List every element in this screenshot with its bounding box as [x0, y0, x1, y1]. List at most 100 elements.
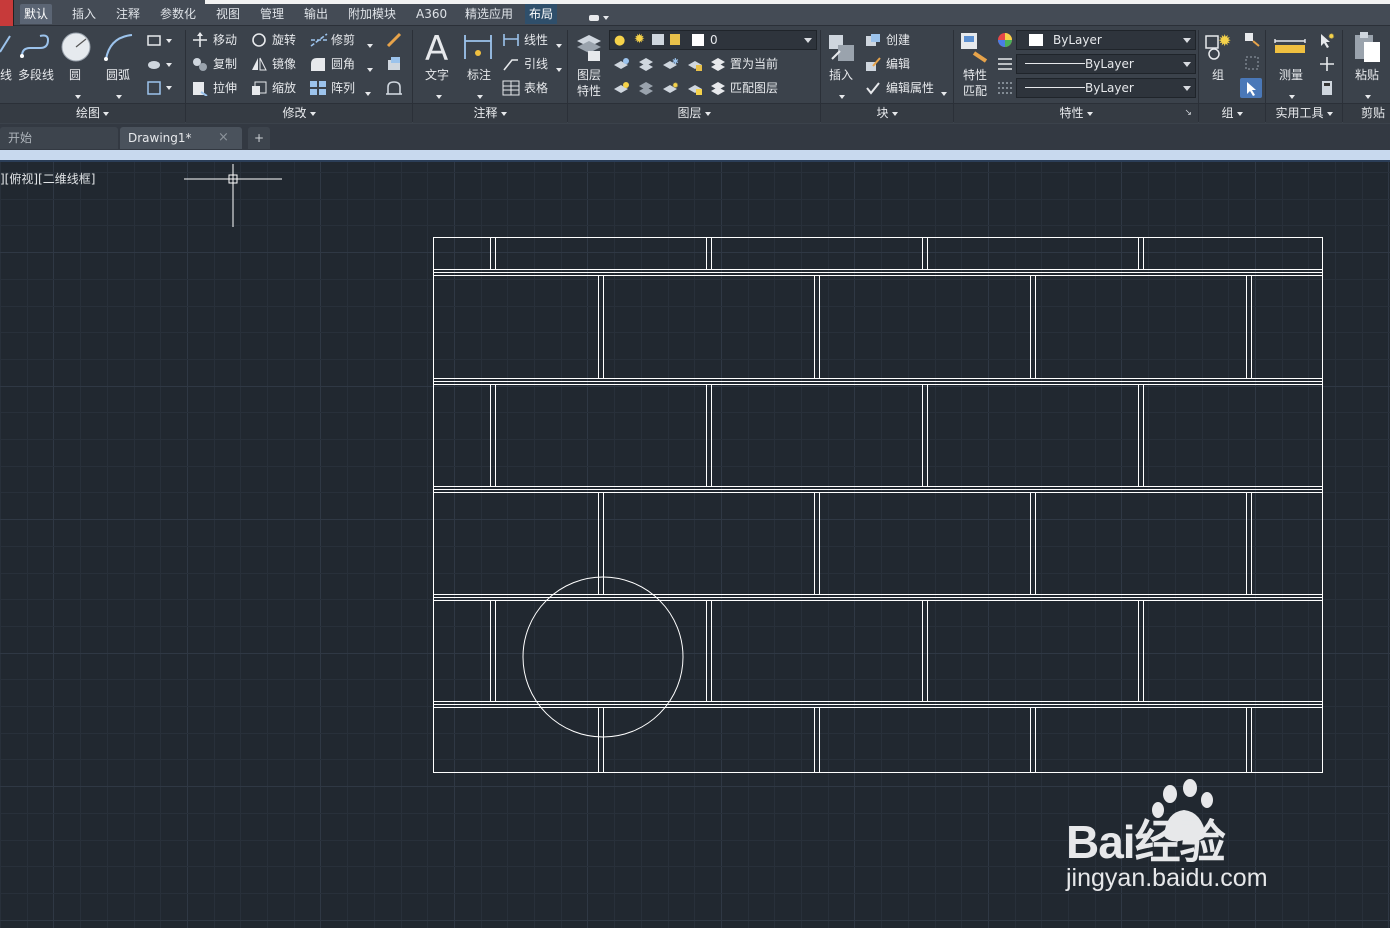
lineweight-dropdown[interactable]: ByLayer — [1016, 78, 1196, 98]
arc-button-label[interactable]: 圆弧 — [106, 68, 130, 82]
close-tab-icon[interactable]: × — [218, 127, 229, 149]
edit-attributes-button[interactable]: 编辑属性 — [886, 81, 934, 95]
match-layer-button[interactable]: 匹配图层 — [730, 81, 778, 95]
polyline-button-label[interactable]: 多段线 — [18, 68, 54, 82]
layer-unisolate-icon[interactable] — [637, 80, 655, 100]
tab-drawing1[interactable]: Drawing1* × — [120, 127, 242, 149]
create-block-button[interactable]: 创建 — [886, 33, 910, 47]
tab-a360[interactable]: A360 — [412, 4, 451, 24]
layer-lock-icon[interactable] — [686, 56, 704, 76]
properties-panel-footer[interactable]: 特性 ↘ — [954, 103, 1198, 123]
tab-addins[interactable]: 附加模块 — [344, 4, 400, 24]
hatch-icon[interactable] — [146, 57, 174, 71]
drawing-canvas[interactable]: ][俯视][二维线框] Bai经验 jingyan.baidu.com — [0, 162, 1390, 928]
tab-view[interactable]: 视图 — [212, 4, 244, 24]
table-button[interactable]: 表格 — [524, 81, 548, 95]
tab-parametric[interactable]: 参数化 — [156, 4, 200, 24]
match-properties-label-2[interactable]: 匹配 — [963, 84, 987, 98]
layer-properties-label-1[interactable]: 图层 — [577, 68, 601, 82]
leader-button[interactable]: 引线 — [524, 57, 548, 71]
leader-dropdown-arrow[interactable] — [553, 59, 562, 78]
text-button-label[interactable]: 文字 — [425, 68, 449, 82]
layer-dropdown[interactable]: ● ✹ 0 — [609, 30, 817, 50]
layer-thaw-icon[interactable]: ✹ — [661, 80, 679, 100]
insert-button-label[interactable]: 插入 — [829, 68, 853, 82]
trim-dropdown-arrow[interactable] — [364, 35, 373, 54]
dimension-button-label[interactable]: 标注 — [467, 68, 491, 82]
wall-outline[interactable] — [433, 237, 1323, 773]
rectangle-icon[interactable] — [146, 33, 174, 47]
tab-default[interactable]: 默认 — [20, 4, 53, 24]
text-icon[interactable]: A — [422, 28, 454, 69]
scale-button[interactable]: 缩放 — [272, 81, 296, 95]
circle-button-label[interactable]: 圆 — [69, 68, 81, 82]
groups-panel-footer[interactable]: 组 — [1199, 103, 1265, 123]
layer-on-icon[interactable] — [612, 80, 630, 100]
layers-panel-footer[interactable]: 图层 — [568, 103, 820, 123]
linear-dropdown-arrow[interactable] — [553, 35, 562, 54]
group-icon[interactable]: ✹ — [1204, 30, 1236, 64]
line-icon[interactable] — [0, 32, 14, 66]
group-edit-icon[interactable] — [1243, 55, 1261, 75]
quick-select-icon[interactable]: ✹ — [1318, 31, 1336, 53]
linetype-dropdown[interactable]: ByLayer — [1016, 54, 1196, 74]
utilities-panel-footer[interactable]: 实用工具 — [1266, 103, 1342, 123]
block-panel-footer[interactable]: 块 — [821, 103, 953, 123]
line-button-label[interactable]: 线 — [0, 68, 12, 82]
tab-layout[interactable]: 布局 — [525, 4, 558, 24]
linear-button[interactable]: 线性 — [524, 33, 548, 47]
app-menu-button[interactable] — [0, 0, 14, 26]
stretch-button[interactable]: 拉伸 — [213, 81, 237, 95]
insert-block-icon[interactable] — [826, 31, 858, 65]
ungroup-icon[interactable] — [1243, 31, 1261, 51]
draw-panel-footer[interactable]: 绘图 — [0, 103, 185, 123]
tab-featured-apps[interactable]: 精选应用 — [461, 4, 517, 24]
tab-insert[interactable]: 插入 — [68, 4, 100, 24]
point-icon[interactable] — [1318, 55, 1336, 77]
color-dropdown[interactable]: ByLayer — [1016, 30, 1196, 50]
tab-manage[interactable]: 管理 — [256, 4, 288, 24]
arc-icon[interactable] — [102, 31, 136, 63]
modify-panel-footer[interactable]: 修改 — [186, 103, 412, 123]
match-properties-label-1[interactable]: 特性 — [963, 68, 987, 82]
array-button[interactable]: 阵列 — [331, 81, 355, 95]
clipboard-panel-footer[interactable]: 剪贴板 — [1343, 103, 1390, 123]
paste-button-label[interactable]: 粘贴 — [1355, 68, 1379, 82]
calculator-icon[interactable] — [1318, 79, 1336, 101]
workspace-toggle-icon[interactable] — [588, 8, 610, 21]
explode-icon[interactable] — [385, 55, 403, 77]
layer-properties-icon[interactable] — [574, 31, 604, 63]
rotate-button[interactable]: 旋转 — [272, 33, 296, 47]
tab-output[interactable]: 输出 — [300, 4, 332, 24]
layer-properties-label-2[interactable]: 特性 — [577, 84, 601, 98]
polyline-icon[interactable] — [20, 32, 52, 62]
new-tab-button[interactable]: + — [248, 127, 270, 149]
annotation-panel-footer[interactable]: 注释 — [413, 103, 567, 123]
boundary-icon[interactable] — [146, 80, 174, 96]
trim-button[interactable]: 修剪 — [331, 33, 355, 47]
erase-icon[interactable] — [385, 31, 403, 53]
circle-icon[interactable] — [60, 31, 92, 63]
edit-attributes-dropdown-arrow[interactable] — [938, 83, 947, 102]
tab-start[interactable]: 开始 — [0, 127, 118, 149]
move-button[interactable]: 移动 — [213, 33, 237, 47]
copy-button[interactable]: 复制 — [213, 57, 237, 71]
group-button-label[interactable]: 组 — [1212, 68, 1224, 82]
layer-off-icon[interactable] — [612, 56, 630, 76]
fillet-button[interactable]: 圆角 — [331, 57, 355, 71]
measure-icon[interactable] — [1273, 31, 1307, 61]
offset-icon[interactable] — [385, 79, 403, 101]
fillet-dropdown-arrow[interactable] — [364, 59, 373, 78]
array-dropdown-arrow[interactable] — [362, 83, 371, 102]
panel-launcher-icon[interactable]: ↘ — [1184, 104, 1192, 123]
dimension-icon[interactable] — [462, 31, 494, 63]
measure-button-label[interactable]: 测量 — [1279, 68, 1303, 82]
edit-block-button[interactable]: 编辑 — [886, 57, 910, 71]
match-properties-icon[interactable] — [958, 31, 990, 65]
mirror-button[interactable]: 镜像 — [272, 57, 296, 71]
tab-annotate[interactable]: 注释 — [112, 4, 144, 24]
layer-isolate-icon[interactable] — [637, 56, 655, 76]
layer-freeze-icon[interactable]: ✱ — [661, 56, 679, 76]
layer-unlock-icon[interactable] — [686, 80, 704, 100]
paste-icon[interactable] — [1352, 30, 1382, 64]
